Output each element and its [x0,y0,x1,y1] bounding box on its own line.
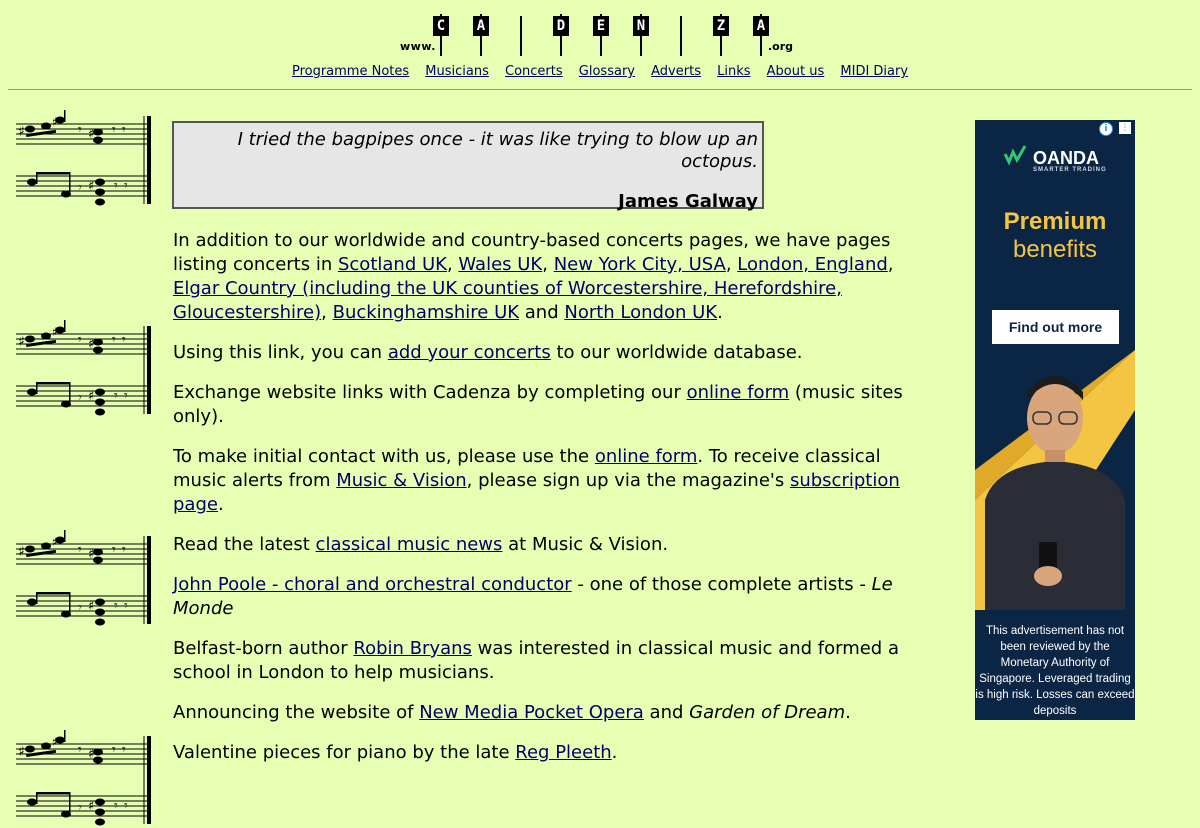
link-wales[interactable]: Wales UK [458,254,542,275]
nav-glossary[interactable]: Glossary [579,64,635,79]
paragraph-john-poole: John Poole - choral and orchestral condu… [173,574,893,619]
cadenza-logo[interactable]: www. C A D E N Z A .org [400,14,800,58]
paragraph-exchange-links: Exchange website links with Cadenza by c… [173,382,903,427]
nav-midi-diary[interactable]: MIDI Diary [840,64,908,79]
link-add-concerts[interactable]: add your concerts [388,342,551,363]
music-score-image [16,109,152,206]
link-london[interactable]: London, England [737,254,888,275]
paragraph-contact: To make initial contact with us, please … [173,446,900,515]
logo-key-e: E [593,14,609,56]
ad-options-icon[interactable]: ⋮ [1119,122,1131,134]
nav-programme-notes[interactable]: Programme Notes [292,64,409,79]
link-scotland[interactable]: Scotland UK [338,254,447,275]
link-music-vision[interactable]: Music & Vision [336,470,466,491]
main-content: In addition to our worldwide and country… [173,229,903,781]
link-new-york[interactable]: New York City, USA [554,254,726,275]
quote-text: I tried the bagpipes once - it was like … [237,129,758,172]
quote-author: James Galway [618,191,758,212]
nav-adverts[interactable]: Adverts [651,64,701,79]
logo-divider [680,16,682,56]
main-nav: Programme Notes Musicians Concerts Gloss… [0,64,1200,79]
music-score-image [16,319,152,416]
advertisement-banner[interactable]: i ⋮ OANDA SMARTER TRADING Premium benefi… [975,120,1135,720]
ad-headline: Premium [1003,208,1107,235]
nav-concerts[interactable]: Concerts [505,64,563,79]
link-john-poole[interactable]: John Poole - choral and orchestral condu… [173,574,572,595]
logo-key-z: Z [713,14,729,56]
link-robin-bryans[interactable]: Robin Bryans [353,638,472,659]
ad-brand: OANDA SMARTER TRADING [1033,148,1107,173]
music-score-image [16,529,152,626]
logo-divider [520,16,522,56]
ad-disclaimer: This advertisement has not been reviewed… [975,625,1135,717]
paragraph-pocket-opera: Announcing the website of New Media Pock… [173,702,851,723]
logo-key-a2: A [753,14,769,56]
link-classical-music-news[interactable]: classical music news [316,534,503,555]
logo-key-a: A [473,14,489,56]
link-north-london[interactable]: North London UK [564,302,717,323]
logo-suffix: .org [768,40,794,53]
ad-subheadline: benefits [1012,236,1098,263]
logo-key-c: C [433,14,449,56]
nav-musicians[interactable]: Musicians [425,64,489,79]
logo-key-n: N [633,14,649,56]
link-new-media-pocket-opera[interactable]: New Media Pocket Opera [419,702,644,723]
ad-person-photo [975,350,1135,610]
link-buckinghamshire[interactable]: Buckinghamshire UK [333,302,519,323]
paragraph-add-concerts: Using this link, you can add your concer… [173,342,803,363]
ad-info-icon[interactable]: i [1099,122,1113,136]
oanda-logo-icon [1003,145,1027,166]
paragraph-concert-pages: In addition to our worldwide and country… [173,230,894,323]
paragraph-news: Read the latest classical music news at … [173,534,669,555]
nav-about-us[interactable]: About us [767,64,825,79]
quote-box: I tried the bagpipes once - it was like … [172,121,764,212]
link-online-form-contact[interactable]: online form [595,446,698,467]
paragraph-robin-bryans: Belfast-born author Robin Bryans was int… [173,638,899,683]
music-score-image [16,729,152,826]
paragraph-reg-pleeth: Valentine pieces for piano by the late R… [173,742,618,763]
link-reg-pleeth[interactable]: Reg Pleeth [515,742,611,763]
logo-prefix: www. [400,40,436,53]
ad-find-out-more-button[interactable]: Find out more [992,310,1119,344]
logo-key-d: D [553,14,569,56]
nav-links[interactable]: Links [717,64,750,79]
header-divider [8,89,1192,90]
link-online-form-links[interactable]: online form [687,382,790,403]
